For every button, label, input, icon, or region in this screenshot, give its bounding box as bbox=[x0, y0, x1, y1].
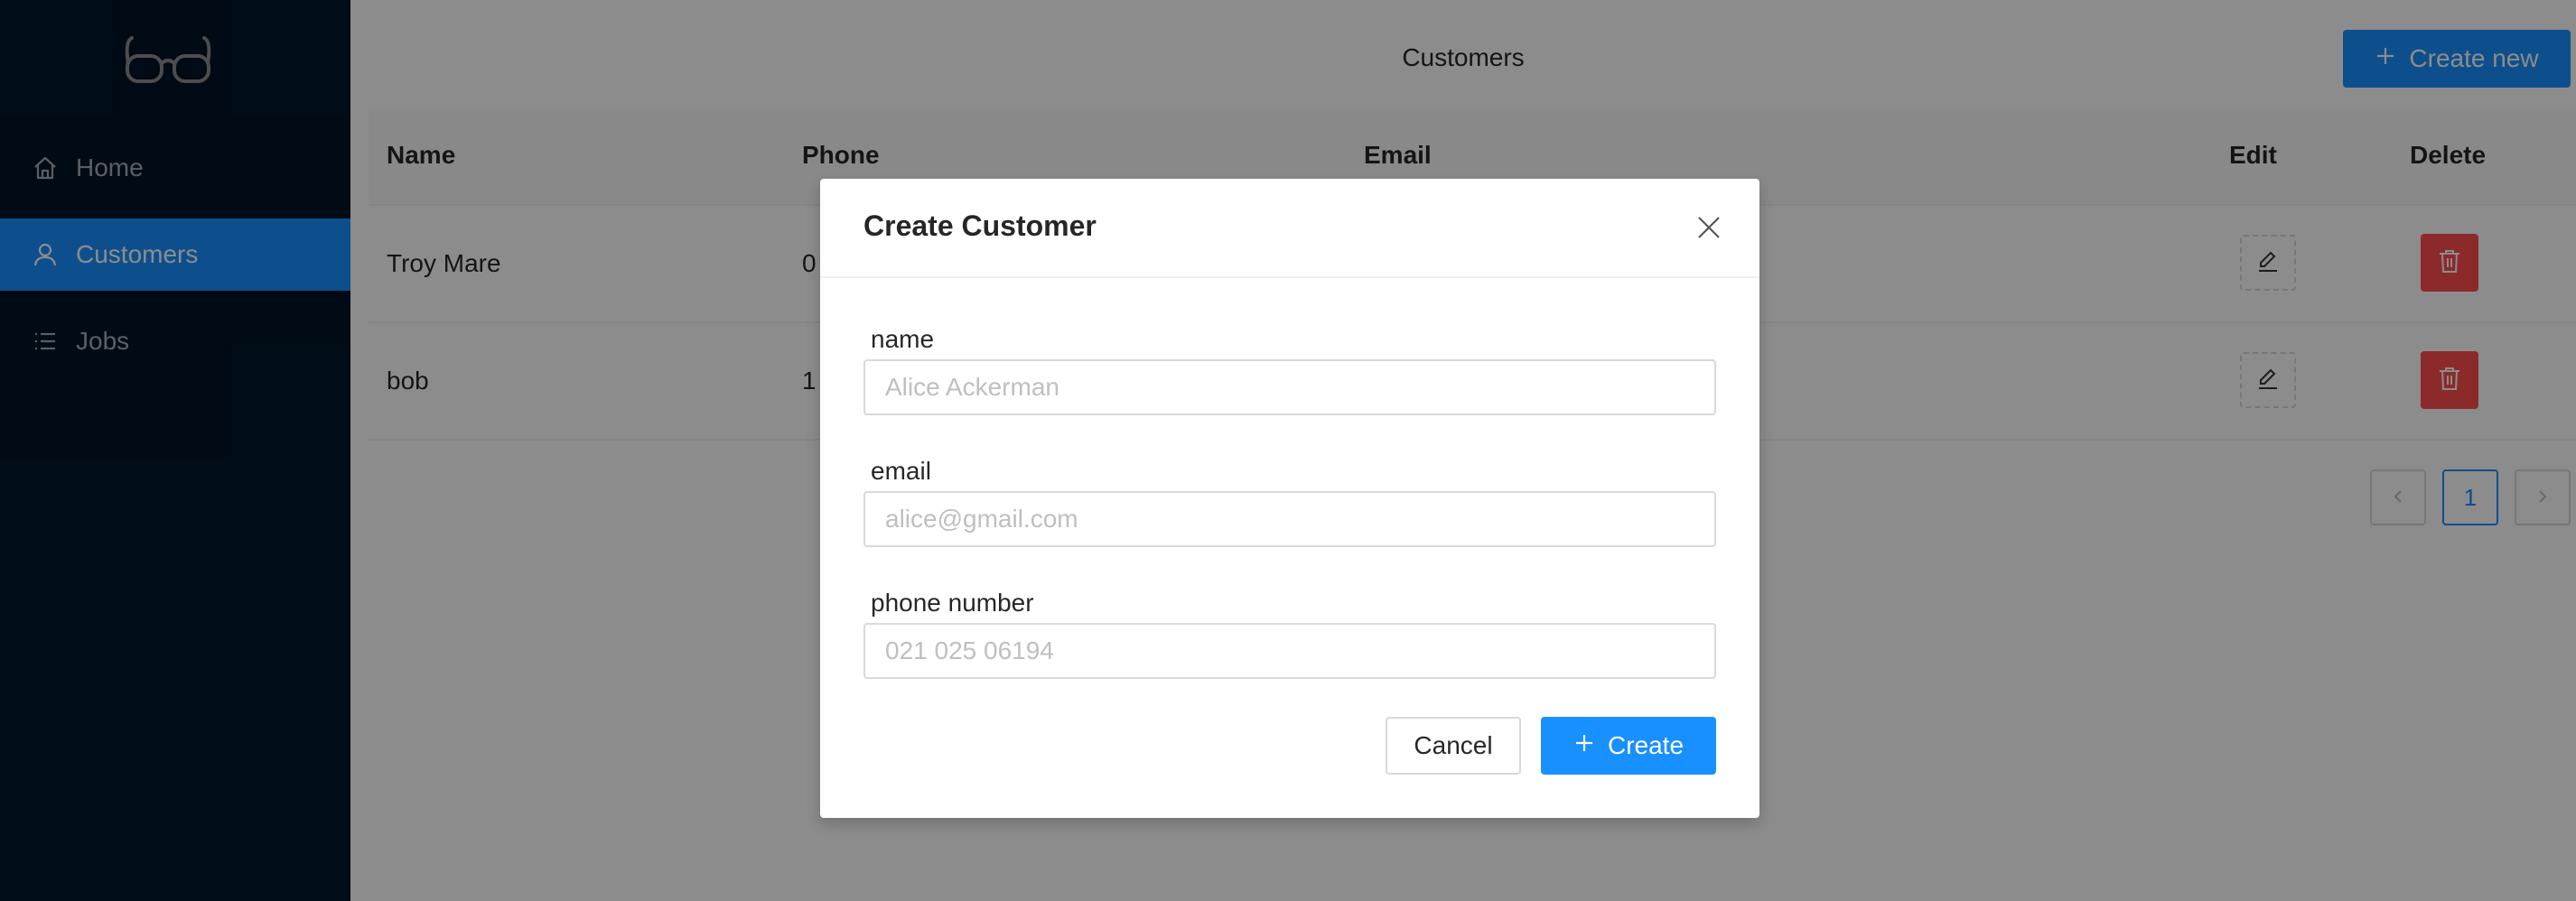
email-input[interactable] bbox=[863, 491, 1716, 547]
phone-number-label: phone number bbox=[871, 589, 1034, 617]
email-label: email bbox=[871, 457, 931, 485]
create-button-label: Create bbox=[1607, 731, 1685, 759]
close-icon[interactable] bbox=[1694, 213, 1723, 242]
name-label: name bbox=[871, 325, 935, 353]
dialog-title: Create Customer bbox=[863, 209, 1097, 242]
plus-icon bbox=[1573, 731, 1595, 760]
create-customer-dialog: Create Customer name email phone number … bbox=[820, 179, 1759, 818]
create-button[interactable]: Create bbox=[1541, 717, 1716, 775]
dialog-header: Create Customer bbox=[820, 179, 1759, 278]
name-input[interactable] bbox=[863, 359, 1716, 415]
cancel-button[interactable]: Cancel bbox=[1386, 717, 1521, 775]
phone-number-input[interactable] bbox=[863, 623, 1716, 679]
